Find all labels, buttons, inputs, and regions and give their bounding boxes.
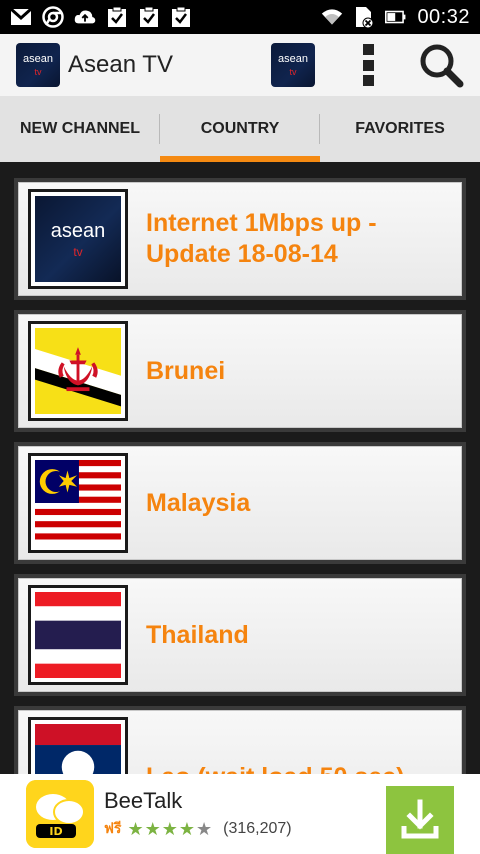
tab-favorites[interactable]: FAVORITES xyxy=(320,96,480,162)
chrome-icon xyxy=(42,6,64,28)
list-item-title: Thailand xyxy=(146,620,249,649)
notification-icons xyxy=(10,6,192,28)
thumb-logo-text: asean xyxy=(50,219,106,242)
list-item[interactable]: asean tv Internet 1Mbps up - Update 18-0… xyxy=(14,178,466,300)
sim-icon xyxy=(353,6,375,28)
tab-bar: NEW CHANNEL COUNTRY FAVORITES xyxy=(0,96,480,162)
beetalk-app-icon[interactable]: ID xyxy=(26,780,94,848)
app-logo-icon[interactable]: asean tv xyxy=(271,43,315,87)
status-bar: 00:32 xyxy=(0,0,480,34)
system-icons: 00:32 xyxy=(321,6,470,29)
ad-banner[interactable]: ID BeeTalk ฟรี ★★★★★ (316,207) xyxy=(0,774,480,854)
wifi-icon xyxy=(321,6,343,28)
ad-app-name: BeeTalk xyxy=(104,788,183,813)
clipboard-check-icon xyxy=(106,6,128,28)
list-item-title: Brunei xyxy=(146,356,226,385)
tab-new-channel[interactable]: NEW CHANNEL xyxy=(0,96,160,162)
list-item[interactable]: Brunei xyxy=(14,310,466,432)
list-item-title: Malaysia xyxy=(146,488,251,517)
clock: 00:32 xyxy=(417,5,470,28)
thumb-logo-subtext: tv xyxy=(73,244,83,259)
list-item[interactable]: Thailand xyxy=(14,574,466,696)
ad-free-label: ฟรี xyxy=(104,820,122,836)
list-item[interactable]: Malaysia xyxy=(14,442,466,564)
app-logo-icon[interactable]: asean tv xyxy=(16,43,60,87)
app-logo-text: asean xyxy=(23,53,53,65)
app-logo-text: asean xyxy=(278,53,308,65)
ad-rating-count: (316,207) xyxy=(223,820,292,837)
malaysia-flag-icon xyxy=(28,453,128,553)
clipboard-check-icon xyxy=(170,6,192,28)
asean-tv-logo-thumb: asean tv xyxy=(28,189,128,289)
app-title: Asean TV xyxy=(68,51,173,78)
upload-icon xyxy=(74,6,96,28)
ad-meta: ฟรี ★★★★★ (316,207) xyxy=(104,818,292,840)
clipboard-check-icon xyxy=(138,6,160,28)
tab-label: COUNTRY xyxy=(200,120,280,137)
channel-list[interactable]: asean tv Internet 1Mbps up - Update 18-0… xyxy=(0,162,480,774)
list-item[interactable]: Lao (wait load 50 sec) xyxy=(14,706,466,774)
overflow-menu-icon[interactable] xyxy=(358,44,378,86)
svg-text:ID: ID xyxy=(49,825,62,838)
battery-icon xyxy=(385,6,407,28)
list-item-title: Lao (wait load 50 sec) xyxy=(146,762,404,775)
app-logo-subtext: tv xyxy=(34,67,42,77)
ad-text: BeeTalk ฟรี ★★★★★ (316,207) xyxy=(104,788,292,840)
tab-label: FAVORITES xyxy=(355,120,445,137)
action-bar: asean tv Asean TV asean tv xyxy=(0,34,480,96)
download-button[interactable] xyxy=(386,786,454,854)
list-item-title-line1: Internet 1Mbps up - xyxy=(146,209,377,237)
tab-country[interactable]: COUNTRY xyxy=(160,96,320,162)
list-item-title: Internet 1Mbps up - Update 18-08-14 xyxy=(146,208,377,270)
list-item-title-line2: Update 18-08-14 xyxy=(146,240,338,268)
brunei-flag-icon xyxy=(28,321,128,421)
rating-stars-icon: ★★★★★ xyxy=(127,818,214,839)
search-icon[interactable] xyxy=(418,42,464,88)
download-icon xyxy=(401,799,439,839)
thailand-flag-icon xyxy=(28,585,128,685)
app-logo-subtext: tv xyxy=(289,67,297,77)
laos-flag-icon xyxy=(28,717,128,774)
gmail-icon xyxy=(10,6,32,28)
tab-label: NEW CHANNEL xyxy=(20,120,140,137)
